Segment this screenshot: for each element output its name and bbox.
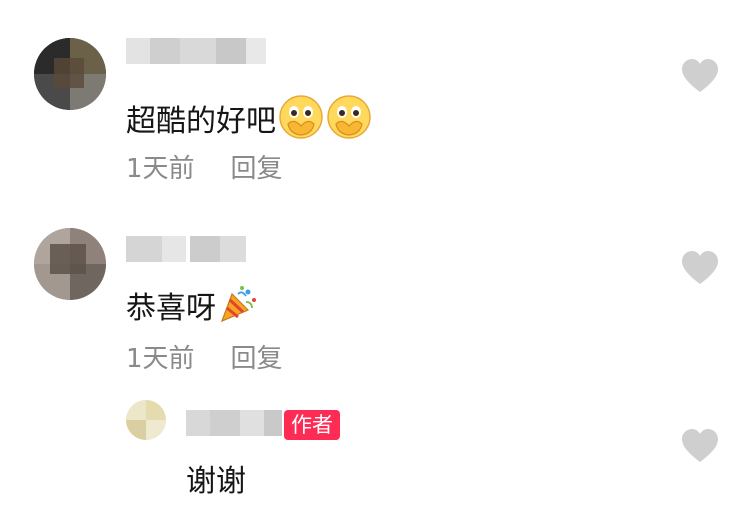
- comment-text-label: 恭喜呀: [126, 291, 216, 326]
- timestamp: 1天前: [126, 154, 195, 184]
- comment-text-label: 超酷的好吧: [126, 104, 276, 139]
- username-blurred[interactable]: [126, 236, 246, 262]
- username-blurred[interactable]: [126, 38, 266, 64]
- comment-text: 超酷的好吧: [126, 94, 372, 151]
- comment-item: 超酷的好吧 1天前 回复: [0, 0, 750, 200]
- avatar[interactable]: [34, 228, 106, 300]
- hands-over-mouth-emoji: [326, 94, 372, 151]
- avatar[interactable]: [126, 400, 166, 440]
- avatar[interactable]: [34, 38, 106, 110]
- heart-icon: [682, 251, 718, 284]
- comment-meta: 1天前 回复: [126, 152, 283, 186]
- reply-button[interactable]: 回复: [231, 154, 283, 184]
- heart-icon: [682, 59, 718, 92]
- author-badge: 作者: [284, 410, 340, 440]
- hands-over-mouth-emoji: [278, 94, 324, 151]
- like-button[interactable]: [680, 58, 720, 94]
- author-reply-item: 作者 谢谢: [0, 380, 750, 516]
- reply-text: 谢谢: [186, 464, 246, 499]
- comment-item: 恭喜呀 1天前 回复: [0, 200, 750, 380]
- like-button[interactable]: [680, 428, 720, 464]
- like-button[interactable]: [680, 250, 720, 286]
- username-blurred[interactable]: [186, 410, 282, 436]
- reply-button[interactable]: 回复: [231, 344, 283, 374]
- party-popper-emoji: [218, 284, 258, 335]
- comment-meta: 1天前 回复: [126, 342, 283, 376]
- heart-icon: [682, 429, 718, 462]
- comment-text: 恭喜呀: [126, 284, 258, 335]
- timestamp: 1天前: [126, 344, 195, 374]
